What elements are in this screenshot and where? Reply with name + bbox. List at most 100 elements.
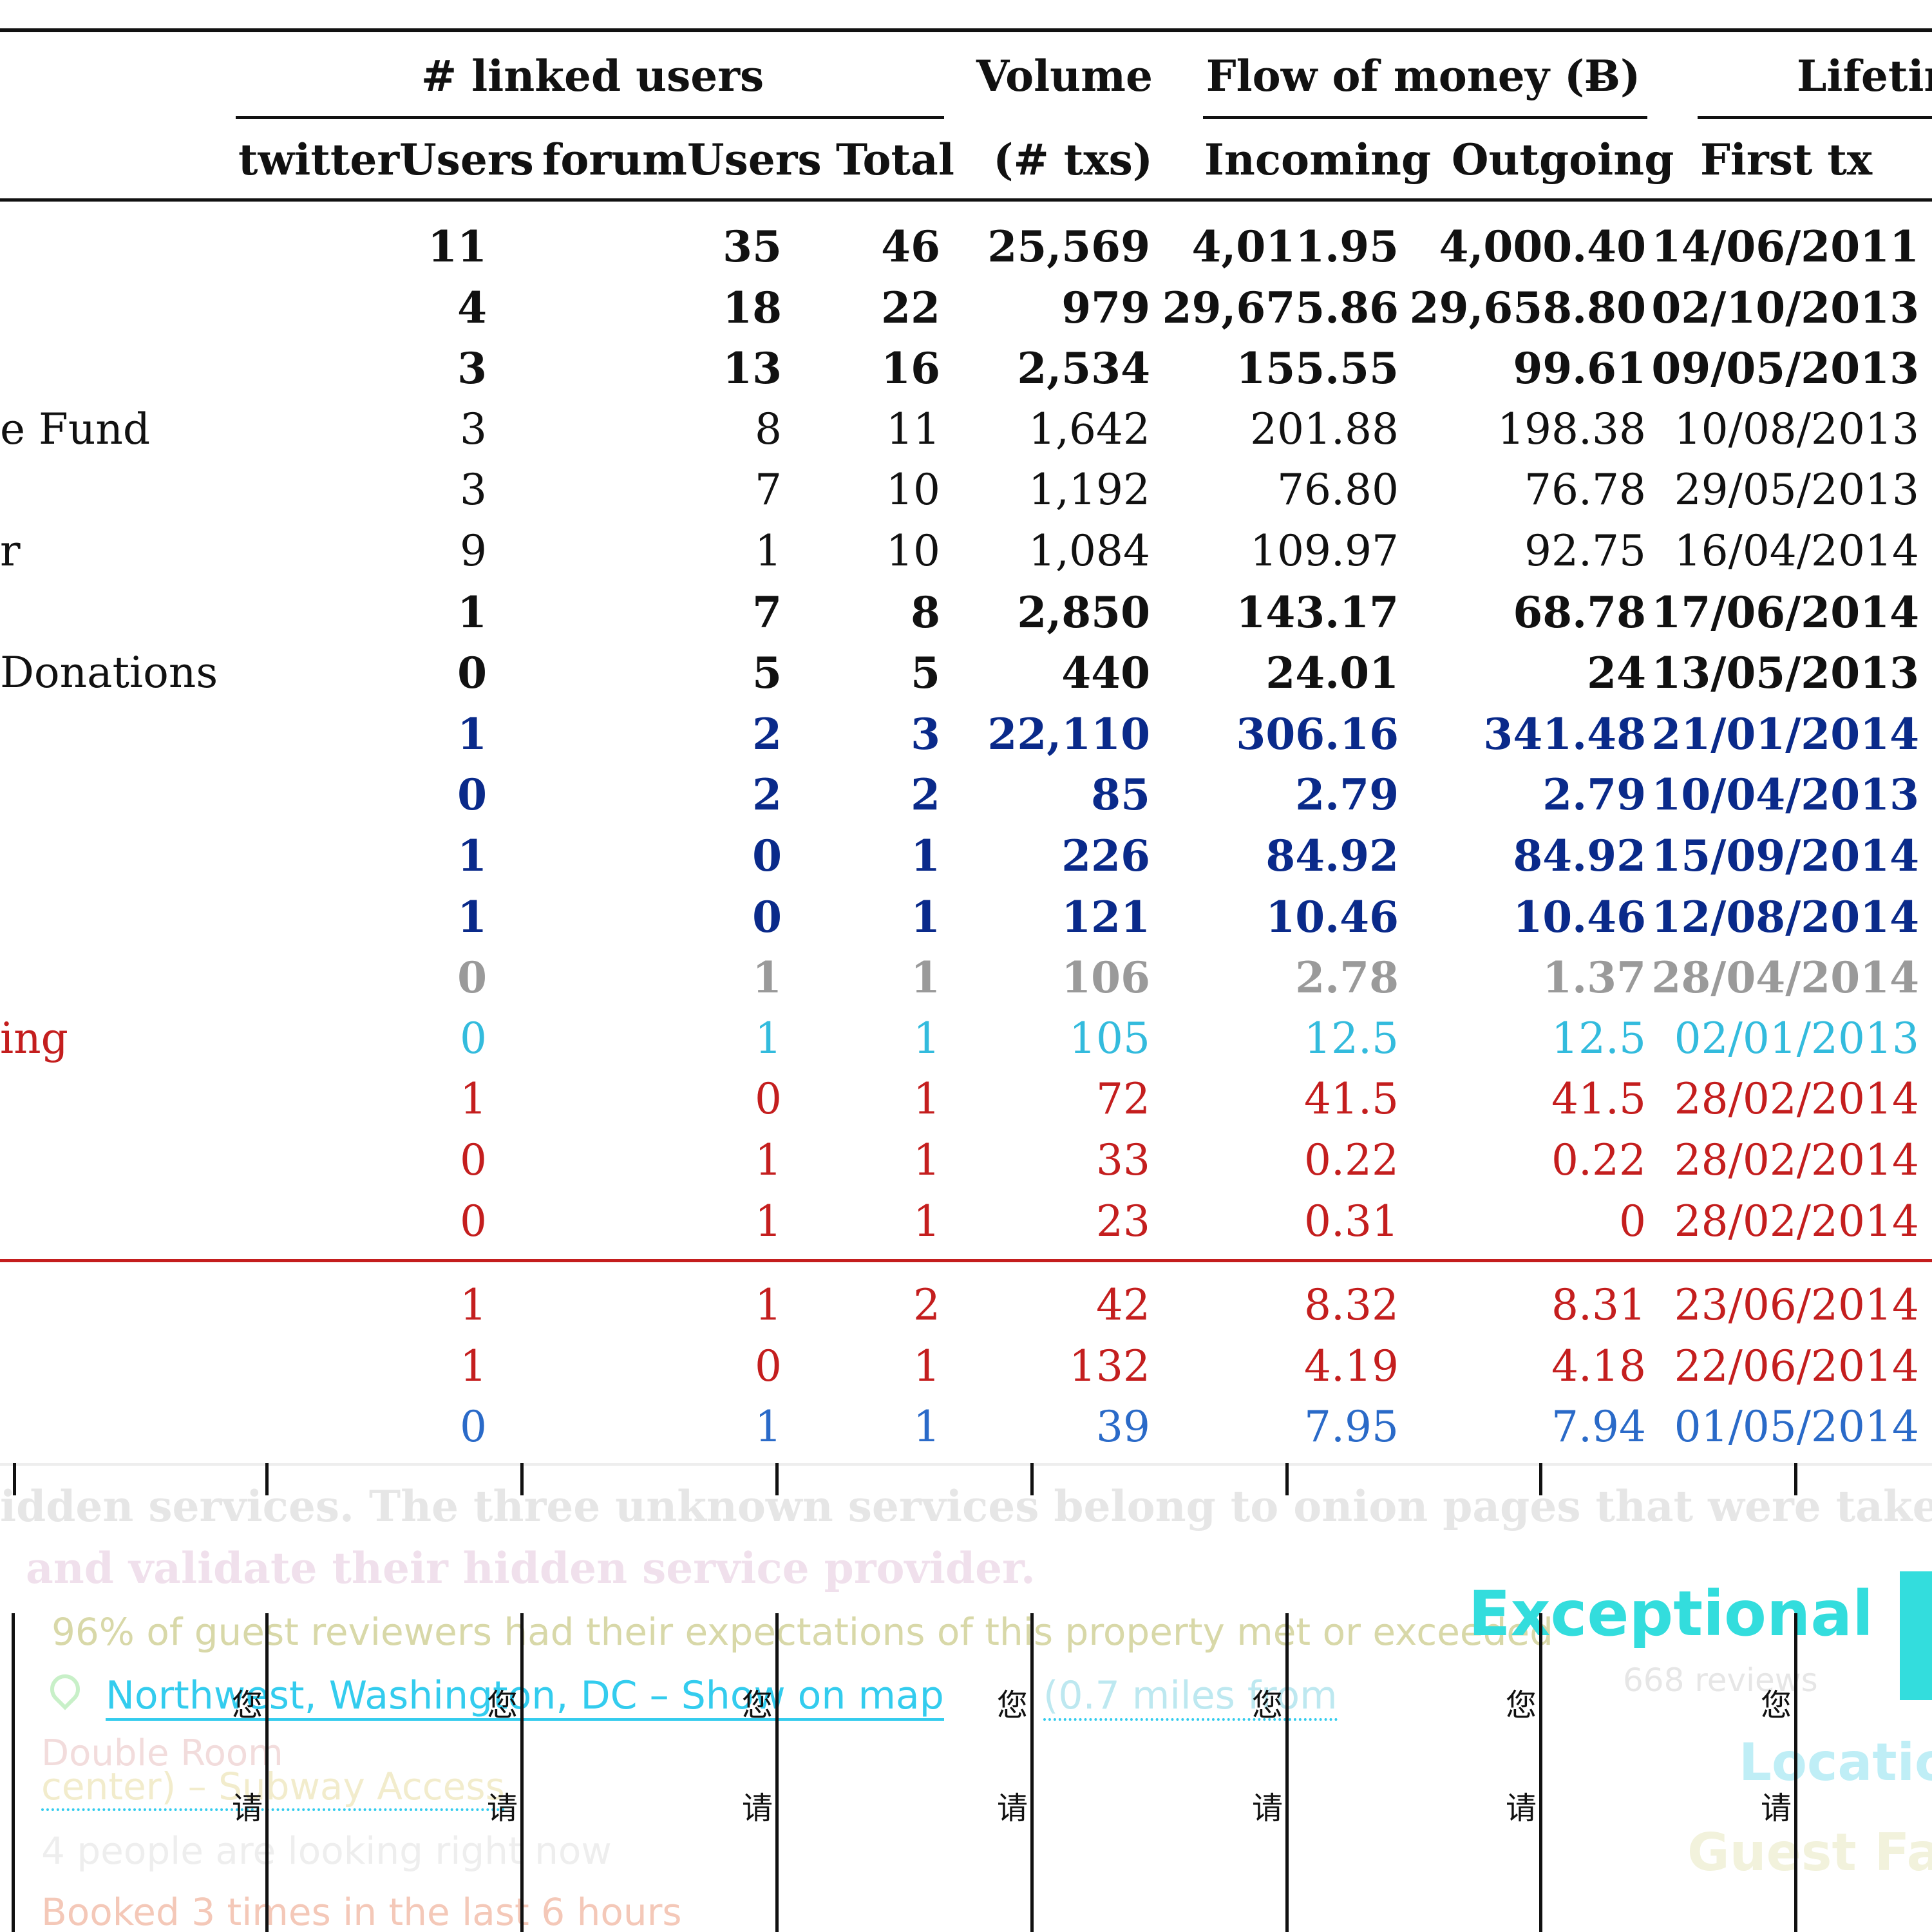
forum-users-cell: 0 [752,831,782,881]
incoming-cell: 4,011.95 [1191,222,1399,272]
outgoing-cell: 341.48 [1483,708,1646,759]
twitter-users-cell: 1 [457,891,487,942]
outgoing-cell: 8.31 [1551,1280,1646,1331]
outgoing-cell: 12.5 [1551,1013,1646,1063]
twitter-users-cell: 1 [460,1341,487,1391]
table-row: 1 0 1 121 10.46 10.46 12/08/2014 [0,887,1932,947]
forum-users-cell: 13 [723,343,782,394]
incoming-cell: 8.32 [1304,1280,1399,1331]
table-bottom-rule [0,1463,1932,1466]
header-txs: (# txs) [993,135,1153,185]
first-tx-cell: 17/06/2014 [1651,587,1919,638]
row-name-cell: r [0,526,21,576]
forum-users-cell: 5 [752,648,782,699]
header-linked-users: # linked users [421,51,764,101]
first-tx-cell: 10/08/2013 [1674,404,1919,454]
incoming-cell: 41.5 [1304,1074,1399,1124]
total-cell: 22 [881,282,940,333]
cjk-glyph: 请 [1761,1790,1792,1826]
total-cell: 46 [881,222,940,272]
incoming-cell: 29,675.86 [1162,282,1399,333]
twitter-users-cell: 0 [460,1135,487,1185]
table-row: 1 2 3 22,110 306.16 341.48 21/01/2014 [0,704,1932,764]
table-row: 0 2 2 85 2.79 2.79 10/04/2013 [0,764,1932,825]
forum-users-cell: 2 [752,708,782,759]
first-tx-cell: 28/02/2014 [1674,1074,1919,1124]
total-cell: 10 [886,465,940,515]
volume-cell: 979 [1061,282,1150,333]
subway-access: center) – Subway Access [41,1765,505,1811]
volume-cell: 23 [1096,1196,1150,1246]
table-row: 11 35 46 25,569 4,011.95 4,000.40 14/06/2011 [0,216,1932,277]
forum-users-cell: 35 [723,222,782,272]
outgoing-cell: 0.22 [1551,1135,1646,1185]
outgoing-cell: 2.79 [1542,770,1646,820]
volume-cell: 105 [1069,1013,1150,1063]
total-cell: 1 [913,1074,940,1124]
total-cell: 10 [886,526,940,576]
forum-users-cell: 18 [723,282,782,333]
outgoing-cell: 84.92 [1513,831,1646,881]
twitter-users-cell: 3 [457,343,487,394]
total-cell: 1 [913,1341,940,1391]
outgoing-cell: 0 [1619,1196,1646,1246]
forum-users-cell: 1 [755,1402,782,1452]
first-tx-cell: 28/02/2014 [1674,1196,1919,1246]
first-tx-cell: 01/05/2014 [1674,1402,1919,1452]
guest-favourite-label: Guest Fav [1687,1823,1932,1882]
twitter-users-cell: 11 [428,222,487,272]
twitter-users-cell: 1 [457,708,487,759]
grid-line [520,1613,524,1932]
outgoing-cell: 29,658.80 [1409,282,1646,333]
volume-cell: 85 [1091,770,1150,820]
twitter-users-cell: 0 [460,1013,487,1063]
table-row: e Fund 3 8 11 1,642 201.88 198.38 10/08/2013 [0,399,1932,460]
total-cell: 1 [911,952,940,1003]
total-cell: 3 [911,708,940,759]
total-cell: 2 [913,1280,940,1331]
twitter-users-cell: 9 [460,526,487,576]
table-row: 3 13 16 2,534 155.55 99.61 09/05/2013 [0,338,1932,399]
volume-cell: 2,850 [1017,587,1150,638]
forum-users-cell: 7 [755,465,782,515]
table-row: 1 0 1 72 41.5 41.5 28/02/2014 [0,1069,1932,1130]
lifetime-group-rule [1698,116,1932,119]
grid-line [775,1613,779,1932]
incoming-cell: 76.80 [1277,465,1399,515]
screenshot-page: # linked users Volume Flow of money (Ƀ) … [0,0,1932,1932]
total-cell: 16 [881,343,940,394]
forum-users-cell: 0 [755,1074,782,1124]
outgoing-cell: 198.38 [1497,404,1646,454]
table-row: ing 0 1 1 105 12.5 12.5 02/01/2013 [0,1009,1932,1069]
volume-cell: 72 [1096,1074,1150,1124]
forum-users-cell: 8 [755,404,782,454]
outgoing-cell: 10.46 [1513,891,1646,942]
outgoing-cell: 41.5 [1551,1074,1646,1124]
incoming-cell: 306.16 [1236,708,1399,759]
first-tx-cell: 12/08/2014 [1651,891,1919,942]
incoming-cell: 2.78 [1295,952,1399,1003]
cjk-glyph: 您 [487,1687,518,1723]
first-tx-cell: 10/04/2013 [1651,770,1919,820]
grid-line [1030,1613,1034,1932]
first-tx-cell: 22/06/2014 [1674,1341,1919,1391]
caption-line-1: idden services. The three unknown servic… [0,1481,1932,1531]
grid-line [12,1613,15,1932]
outgoing-cell: 99.61 [1513,343,1646,394]
caption-line-2: and validate their hidden service provid… [26,1543,1036,1593]
twitter-users-cell: 0 [460,1196,487,1246]
incoming-cell: 201.88 [1250,404,1399,454]
incoming-cell: 12.5 [1304,1013,1399,1063]
forum-users-cell: 1 [755,1135,782,1185]
volume-cell: 226 [1061,831,1150,881]
forum-users-cell: 0 [752,891,782,942]
volume-cell: 33 [1096,1135,1150,1185]
grid-line [1794,1613,1797,1932]
table-row: 4 18 22 979 29,675.86 29,658.80 02/10/2013 [0,278,1932,338]
volume-cell: 1,642 [1028,404,1150,454]
total-cell: 1 [913,1196,940,1246]
total-cell: 11 [886,404,940,454]
first-tx-cell: 14/06/2011 [1651,222,1919,272]
twitter-users-cell: 1 [460,1280,487,1331]
header-outgoing: Outgoing [1452,135,1674,185]
